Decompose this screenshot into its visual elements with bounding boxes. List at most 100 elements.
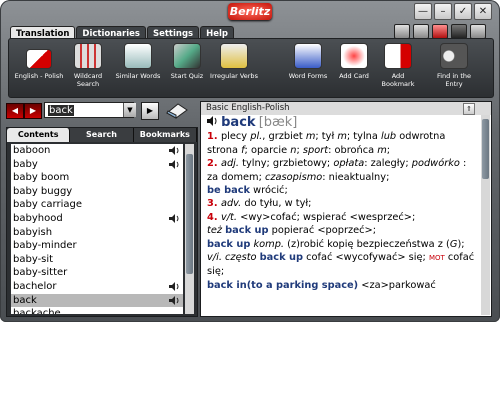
list-item[interactable]: baby buggy [11, 185, 183, 199]
back-arrow-button[interactable]: ◀ [6, 103, 24, 119]
entry-text: ; tył [315, 131, 338, 143]
scrollbar-thumb[interactable] [186, 154, 193, 274]
list-item[interactable]: babyish [11, 226, 183, 240]
entry-text: m [337, 131, 347, 143]
info-icon[interactable] [470, 24, 486, 39]
list-item-label: bachelor [13, 280, 57, 292]
entry-text: 4. [207, 211, 221, 223]
quick-icons [394, 24, 486, 39]
list-item[interactable]: baby-sit [11, 253, 183, 267]
binoculars-icon [440, 43, 468, 69]
entry-sense: 1. plecy pl., grzbiet m; tył m; tylna lu… [207, 130, 475, 157]
list-item-label: baby [13, 158, 38, 170]
entry-text: adj. [220, 158, 240, 170]
list-item-label: baboon [13, 145, 51, 156]
list-item[interactable]: babyhood [11, 212, 183, 226]
eraser-icon[interactable] [164, 101, 190, 119]
toolbar-similar-words[interactable]: Similar Words [113, 43, 163, 80]
entry-text: też [207, 225, 226, 237]
entry-text: 2. [207, 158, 221, 170]
list-item-label: baby-sitter [13, 267, 68, 279]
entry-panel: Basic English-Polish ⇑ back [bæk] 1. ple… [200, 101, 492, 317]
entry-text: czasopismo [265, 171, 323, 183]
minimize-button[interactable]: — [414, 3, 432, 20]
list-item[interactable]: baby [11, 158, 183, 172]
word-list-scrollbar[interactable] [185, 144, 194, 314]
window-icon[interactable] [451, 24, 467, 39]
add-card-icon [340, 43, 368, 69]
speaker-icon[interactable] [169, 159, 180, 169]
list-item[interactable]: back [11, 293, 183, 308]
left-tabs: Contents Search Bookmarks [7, 128, 197, 142]
word-list-panel: Contents Search Bookmarks baboon baby baby… [6, 127, 198, 317]
entry-text: cofać <wycofywać> się; [303, 252, 429, 264]
chevron-down-icon[interactable]: ▼ [123, 103, 136, 117]
entry-sense: 4. v/t. <wy>cofać; wspierać <wesprzeć>; [207, 211, 475, 224]
list-item[interactable]: bachelor [11, 280, 183, 294]
list-item[interactable]: backache [11, 307, 183, 314]
copy-icon[interactable] [413, 24, 429, 39]
toolbar-english-polish[interactable]: English - Polish [13, 43, 65, 80]
list-item[interactable]: baby-sitter [11, 266, 183, 280]
toolbar-add-card[interactable]: Add Card [335, 43, 373, 80]
speaker-icon[interactable] [169, 281, 180, 291]
dictionary-title: Basic English-Polish [206, 103, 290, 113]
toolbar-word-forms[interactable]: Word Forms [285, 43, 331, 80]
list-item-label: babyhood [13, 212, 63, 224]
search-bar: ◀ ▶ back ▼ ▶ [6, 101, 196, 120]
checkmark-button[interactable]: ✓ [454, 3, 472, 20]
toolbar-irregular-verbs[interactable]: Irregular Verbs [209, 43, 259, 80]
toolbar-wildcard-search[interactable]: Wildcard Search [67, 43, 109, 88]
flags-icon [26, 49, 52, 69]
flag-icon[interactable] [432, 24, 448, 39]
list-item-label: back [13, 294, 37, 306]
window-controls: — – ✓ ✕ [414, 3, 492, 20]
entry-text: <wy>cofać; wspierać <wesprzeć>; [237, 211, 416, 223]
list-item-label: backache [13, 308, 61, 314]
speaker-icon[interactable] [169, 146, 180, 155]
forward-arrow-button[interactable]: ▶ [24, 103, 42, 119]
phrase-link[interactable]: back up [207, 239, 250, 250]
entry-text: : obrońca [328, 144, 378, 156]
tab-contents[interactable]: Contents [7, 128, 71, 142]
word-forms-icon [294, 43, 322, 69]
speaker-icon[interactable] [207, 116, 218, 126]
phrase-link[interactable]: back in(to a parking space) [207, 280, 358, 291]
entry-text: m [377, 144, 387, 156]
irregular-verbs-icon [220, 43, 248, 69]
entry-text: popierać <poprzeć>; [268, 225, 377, 237]
entry-sense: 2. adj. tylny; grzbietowy; opłata: zaleg… [207, 157, 475, 184]
entry-content: back [bæk] 1. plecy pl., grzbiet m; tył … [201, 115, 481, 292]
close-button[interactable]: ✕ [474, 3, 492, 20]
list-item-label: baby boom [13, 172, 70, 184]
entry-text: adv. [220, 198, 242, 210]
toolbar-start-quiz[interactable]: Start Quiz [165, 43, 209, 80]
title-bar: Berlitz — – ✓ ✕ [0, 0, 500, 24]
entry-text: : zaległy; [364, 158, 412, 170]
entry-text: wrócić; [250, 185, 288, 197]
phrase-link[interactable]: back up [260, 252, 303, 263]
print-icon[interactable] [394, 24, 410, 39]
speaker-icon[interactable] [169, 213, 180, 223]
headword-line: back [bæk] [207, 116, 475, 130]
entry-text: , grzbiet [262, 131, 306, 143]
scrollbar-thumb[interactable] [482, 119, 489, 179]
toolbar-add-bookmark[interactable]: Add Bookmark [375, 43, 421, 88]
tab-search[interactable]: Search [70, 128, 134, 142]
restore-button[interactable]: – [434, 3, 452, 20]
list-item[interactable]: baby-minder [11, 239, 183, 253]
entry-sense: be back wrócić; [207, 184, 475, 197]
collapse-icon[interactable]: ⇑ [463, 103, 475, 115]
list-item-label: baby-sit [13, 253, 54, 265]
phrase-link[interactable]: back up [225, 225, 268, 236]
search-input[interactable]: back [44, 102, 134, 118]
entry-scrollbar[interactable] [481, 115, 490, 315]
phrase-link[interactable]: be back [207, 185, 250, 196]
tab-bookmarks[interactable]: Bookmarks [133, 128, 197, 142]
list-item[interactable]: baboon [11, 144, 183, 158]
list-item[interactable]: baby carriage [11, 198, 183, 212]
toolbar-find-in-entry[interactable]: Find in the Entry [429, 43, 479, 88]
speaker-icon[interactable] [169, 295, 180, 305]
list-item[interactable]: baby boom [11, 171, 183, 185]
go-button[interactable]: ▶ [141, 102, 159, 120]
